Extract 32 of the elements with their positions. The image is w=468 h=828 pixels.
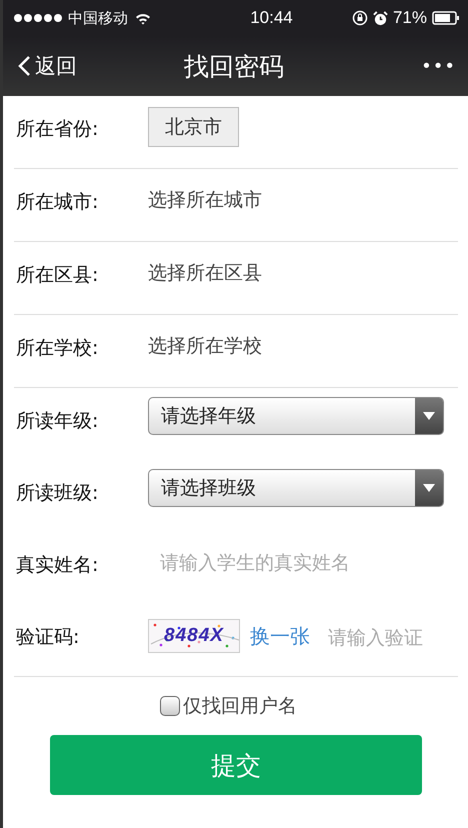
field-label: 所在区县:	[15, 263, 100, 288]
triangle-down-icon	[422, 411, 436, 421]
province-button[interactable]: 北京市	[148, 107, 239, 147]
battery-icon	[432, 11, 460, 25]
select-link[interactable]: 选择所在区县	[148, 260, 262, 286]
battery-percent: 71%	[392, 8, 427, 28]
more-button[interactable]: •••	[421, 56, 456, 76]
dropdown-select[interactable]: 请选择班级	[148, 469, 444, 507]
clock-time: 10:44	[249, 8, 293, 28]
select-link[interactable]: 选择所在学校	[148, 333, 262, 359]
captcha-image: 8484X	[148, 619, 240, 653]
field-label: 所在省份:	[15, 117, 100, 142]
carrier-name: 中国移动	[68, 8, 128, 28]
signal-icon	[13, 13, 63, 23]
field-label: 真实姓名:	[15, 553, 100, 578]
dropdown-select[interactable]: 请选择年级	[148, 397, 444, 435]
triangle-down-icon	[422, 483, 436, 493]
field-label: 所读班级:	[15, 481, 100, 506]
field-label: 所在城市:	[15, 190, 100, 215]
wifi-icon	[135, 12, 151, 24]
back-button[interactable]: 返回	[17, 52, 77, 80]
checkbox-label: 仅找回用户名	[183, 694, 297, 719]
rotation-lock-icon	[352, 10, 368, 26]
checkbox[interactable]	[160, 696, 180, 716]
alarm-icon	[372, 10, 388, 26]
refresh-link[interactable]: 换一张	[250, 622, 310, 650]
chevron-left-icon	[17, 55, 31, 77]
page-title: 找回密码	[184, 50, 284, 82]
field-label: 所读年级:	[15, 409, 100, 434]
field-label: 所在学校:	[15, 336, 100, 361]
select-link[interactable]: 选择所在城市	[148, 187, 262, 213]
field-label: 验证码:	[15, 625, 80, 650]
